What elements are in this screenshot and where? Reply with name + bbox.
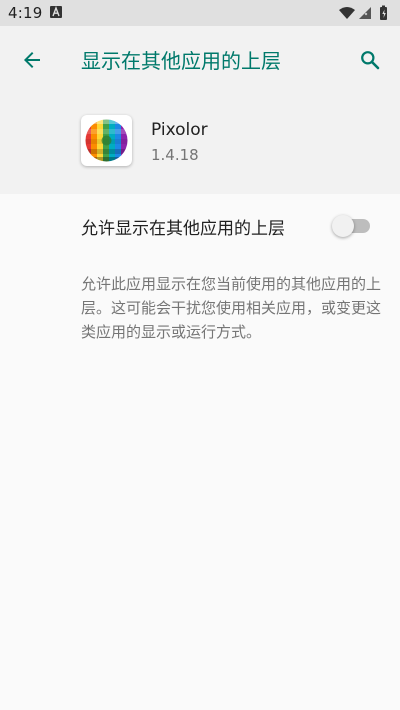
page-title: 显示在其他应用的上层 — [81, 49, 281, 73]
status-icons — [338, 5, 394, 21]
back-button[interactable] — [14, 42, 50, 78]
search-button[interactable] — [352, 42, 388, 78]
status-bar: 4:19 — [0, 0, 400, 26]
allow-overlay-setting-row[interactable]: 允许显示在其他应用的上层 — [0, 194, 400, 256]
permission-description: 允许此应用显示在您当前使用的其他应用的上层。这可能会干扰您使用相关应用，或变更这… — [81, 275, 382, 341]
header: 显示在其他应用的上层 Pixolor 1.4.18 — [0, 26, 400, 194]
toggle-thumb — [332, 215, 354, 237]
app-icon — [81, 115, 132, 166]
arrow-back-icon — [24, 52, 40, 68]
status-time: 4:19 — [8, 4, 43, 22]
battery-icon — [380, 5, 387, 20]
wifi-icon — [339, 7, 355, 19]
app-version: 1.4.18 — [151, 146, 199, 164]
overlay-permission-toggle[interactable] — [332, 215, 372, 237]
signal-icon — [359, 7, 371, 19]
setting-label: 允许显示在其他应用的上层 — [81, 219, 285, 239]
notification-a-icon — [50, 6, 62, 18]
search-icon — [361, 51, 380, 70]
app-name: Pixolor — [151, 120, 208, 140]
screen: 4:19 显示在其他应用的上层 Pixolor 1.4.18 允许显示在其他应用… — [0, 0, 400, 710]
